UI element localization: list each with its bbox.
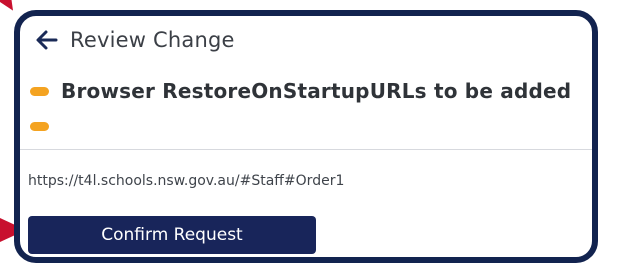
review-change-panel: Review Change Browser RestoreOnStartupUR… xyxy=(14,10,598,263)
header: Review Change xyxy=(34,24,235,56)
arrow-left-icon[interactable] xyxy=(34,29,60,51)
confirm-request-button[interactable]: Confirm Request xyxy=(28,216,316,254)
change-item: Browser RestoreOnStartupURLs to be added xyxy=(30,79,571,103)
page-title: Review Change xyxy=(70,28,235,52)
change-title: Browser RestoreOnStartupURLs to be added xyxy=(61,79,572,103)
top-pointer-arrow xyxy=(0,0,14,14)
divider xyxy=(20,149,592,150)
bullet-icon xyxy=(30,122,49,131)
change-value-url: https://t4l.schools.nsw.gov.au/#Staff#Or… xyxy=(28,173,345,189)
bullet-icon xyxy=(30,86,49,96)
